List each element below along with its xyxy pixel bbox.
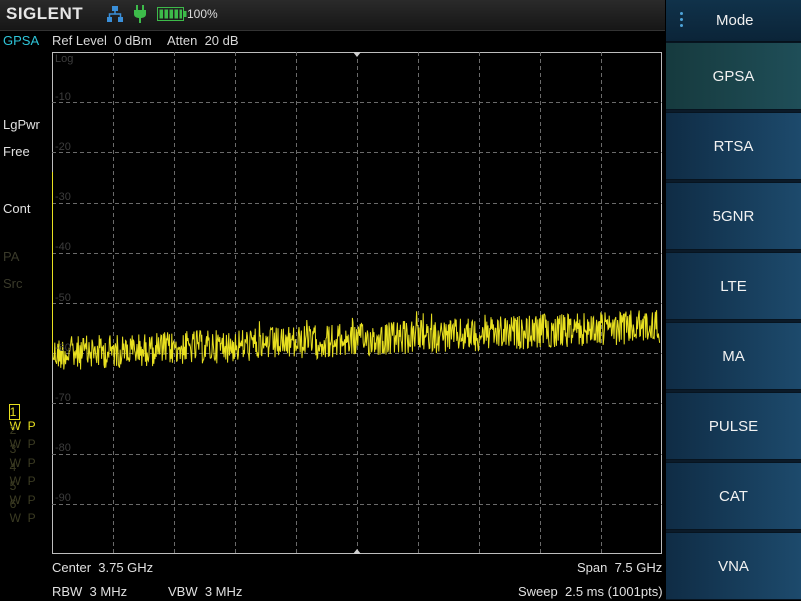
brand-logo: SIGLENT — [6, 4, 84, 23]
y-tick-label: -40 — [55, 241, 71, 253]
menu-item-lte[interactable]: LTE — [666, 252, 801, 320]
battery-icon — [157, 7, 187, 21]
menu-item-ma[interactable]: MA — [666, 322, 801, 390]
menu-item-cat[interactable]: CAT — [666, 462, 801, 530]
trace-mode: W P — [9, 511, 36, 525]
source-indicator: Src — [3, 276, 23, 291]
network-icon — [107, 6, 123, 22]
rbw[interactable]: RBW 3 MHz — [52, 584, 127, 599]
mode-menu: Mode GPSA RTSA 5GNR LTE MA PULSE CAT VNA — [666, 0, 801, 600]
menu-item-5gnr[interactable]: 5GNR — [666, 182, 801, 250]
y-tick-label: -80 — [55, 442, 71, 454]
menu-header[interactable]: Mode — [666, 0, 801, 42]
y-tick-label: -20 — [55, 141, 71, 153]
y-tick-label: -10 — [55, 91, 71, 103]
measurement-info-bar: GPSA Ref Level 0 dBm Atten 20 dB — [0, 32, 665, 50]
more-options-icon[interactable] — [680, 12, 684, 28]
status-bar: SIGLENT 100% — [0, 0, 665, 31]
scale-type: LgPwr — [3, 117, 40, 132]
menu-item-rtsa[interactable]: RTSA — [666, 112, 801, 180]
spectrum-display[interactable] — [52, 52, 662, 554]
vbw[interactable]: VBW 3 MHz — [168, 584, 242, 599]
y-tick-label: -90 — [55, 492, 71, 504]
trace-6-status[interactable]: 6 W P — [3, 483, 36, 525]
mode-indicator[interactable]: GPSA — [3, 33, 39, 48]
trigger-source: Free — [3, 144, 30, 159]
y-tick-label: -70 — [55, 392, 71, 404]
scale-label: Log — [55, 53, 74, 65]
y-tick-label: -30 — [55, 191, 71, 203]
menu-title: Mode — [716, 12, 754, 29]
center-frequency[interactable]: Center 3.75 GHz — [52, 560, 153, 575]
sweep-time[interactable]: Sweep 2.5 ms (1001pts) — [518, 584, 663, 599]
menu-item-vna[interactable]: VNA — [666, 532, 801, 600]
menu-item-pulse[interactable]: PULSE — [666, 392, 801, 460]
menu-item-gpsa[interactable]: GPSA — [666, 42, 801, 110]
span[interactable]: Span 7.5 GHz — [577, 560, 662, 575]
ref-level[interactable]: Ref Level 0 dBm — [52, 33, 152, 48]
y-tick-label: -60 — [55, 342, 71, 354]
trace-number: 6 — [9, 497, 17, 511]
sweep-mode: Cont — [3, 201, 31, 216]
battery-percent: 100% — [187, 7, 218, 21]
y-tick-label: -50 — [55, 292, 71, 304]
power-plug-icon — [134, 5, 146, 23]
attenuation[interactable]: Atten 20 dB — [167, 33, 239, 48]
preamp-indicator: PA — [3, 249, 20, 264]
